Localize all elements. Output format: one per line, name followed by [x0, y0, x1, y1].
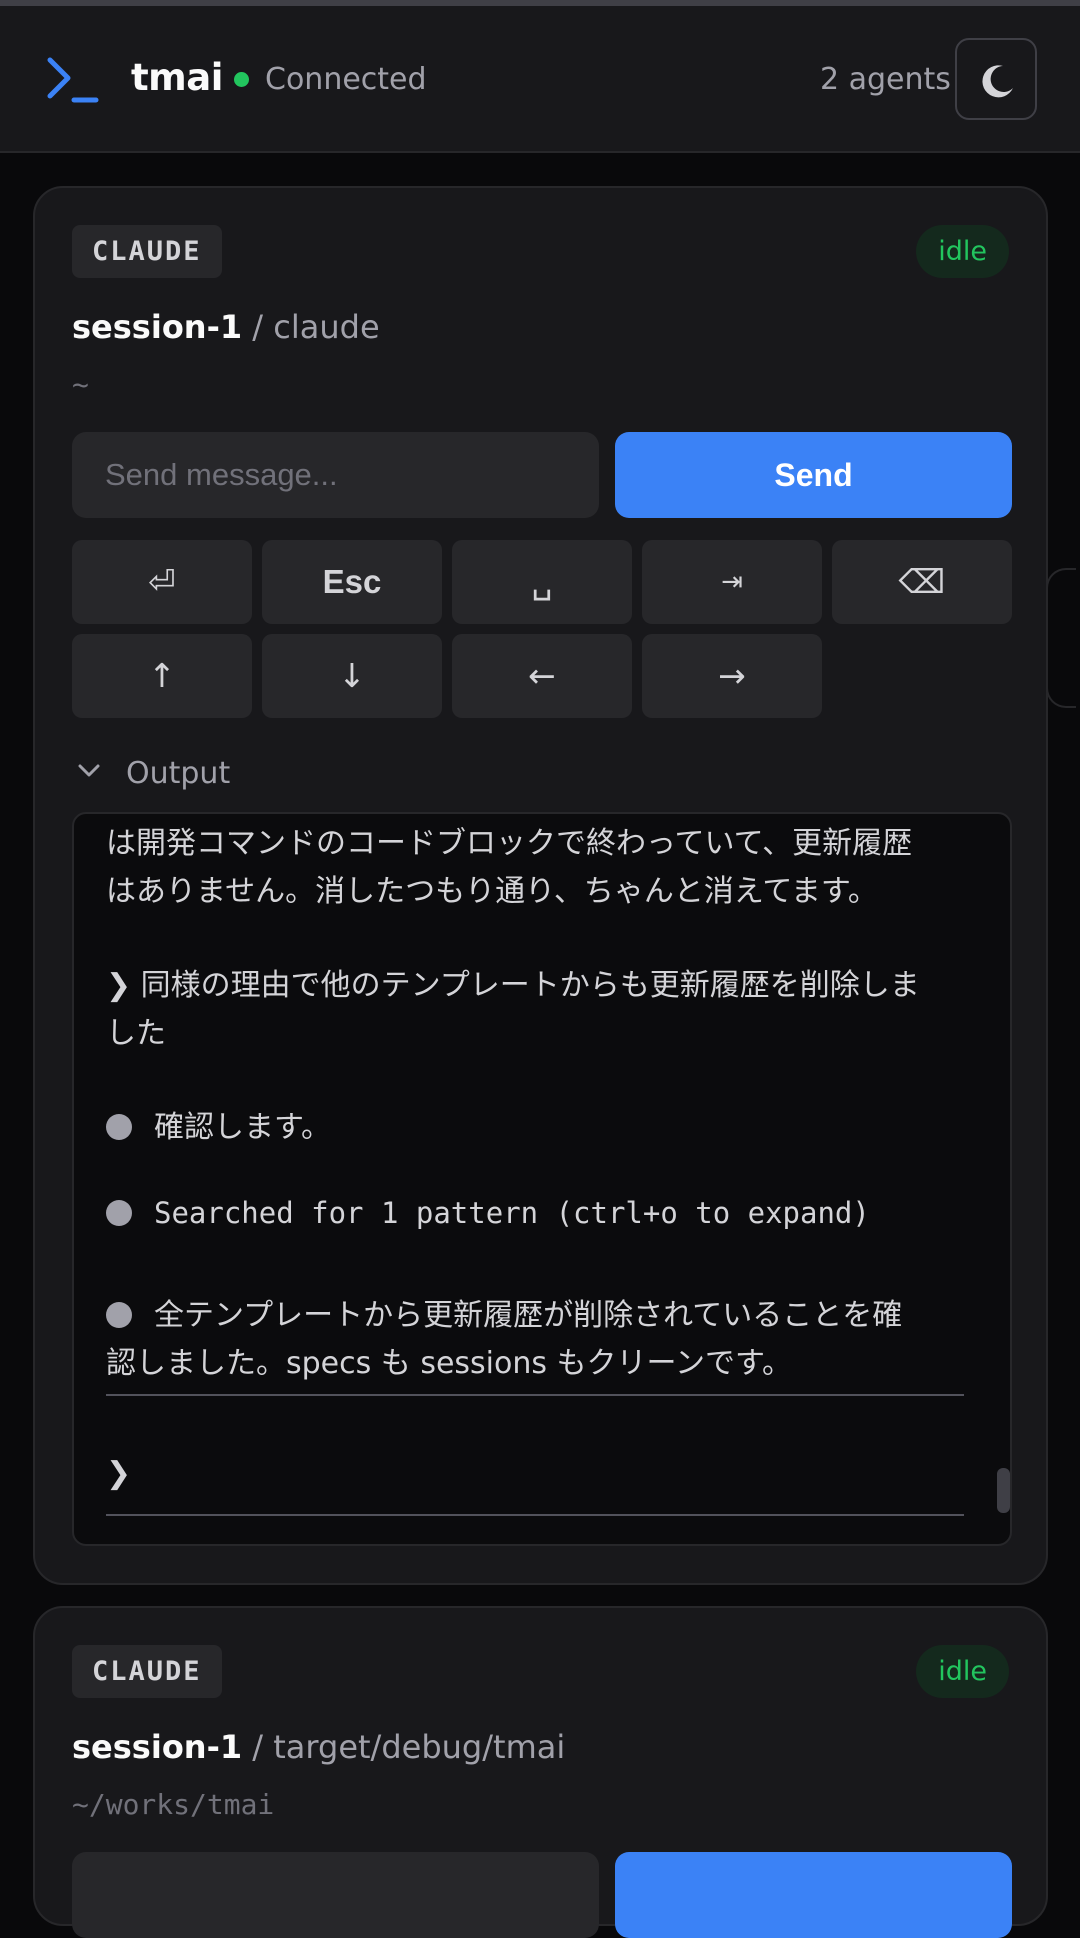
- left-arrow-key-button[interactable]: ←: [452, 634, 632, 718]
- chevron-down-icon: [78, 764, 100, 777]
- session-name: session-1: [72, 308, 243, 346]
- divider: [106, 1394, 964, 1396]
- working-directory: ~: [72, 368, 89, 401]
- moon-icon: [982, 65, 1013, 98]
- space-key-button[interactable]: ␣: [452, 540, 632, 624]
- send-button[interactable]: Send: [615, 432, 1012, 518]
- status-badge: idle: [916, 225, 1009, 278]
- app-header: tmai Connected 2 agents: [0, 6, 1080, 153]
- output-line: 全テンプレートから更新履歴が削除されていることを確: [106, 1290, 902, 1334]
- theme-toggle-button[interactable]: [955, 38, 1037, 120]
- output-line: ❯ 同様の理由で他のテンプレートからも更新履歴を削除しま: [106, 968, 920, 1003]
- connection-status-dot: [234, 72, 249, 87]
- send-button[interactable]: [615, 1852, 1012, 1938]
- divider: [106, 1514, 964, 1516]
- backspace-key-button[interactable]: ⌫: [832, 540, 1012, 624]
- message-input[interactable]: [72, 432, 599, 518]
- down-arrow-key-button[interactable]: ↓: [262, 634, 442, 718]
- session-command: / claude: [242, 308, 380, 346]
- output-line: はありません。消したつもり通り、ちゃんと消えてます。: [106, 874, 878, 909]
- prompt-line: ❯: [106, 1456, 132, 1491]
- working-directory: ~/works/tmai: [72, 1788, 275, 1821]
- terminal-prompt-icon: [47, 57, 99, 103]
- session-name: session-1: [72, 1728, 243, 1766]
- tab-key-button[interactable]: ⇥: [642, 540, 822, 624]
- bullet-icon: [106, 1114, 132, 1140]
- status-badge: idle: [916, 1645, 1009, 1698]
- right-arrow-key-button[interactable]: →: [642, 634, 822, 718]
- connection-status: Connected: [265, 62, 427, 97]
- scrollbar-thumb[interactable]: [997, 1468, 1010, 1513]
- output-line: Searched for 1 pattern (ctrl+o to expand…: [106, 1196, 870, 1230]
- agent-card: CLAUDE idle session-1 / target/debug/tma…: [33, 1606, 1048, 1938]
- output-line: 認しました。spec​s も sessions もクリーンです。: [106, 1346, 793, 1381]
- agent-type-badge: CLAUDE: [72, 1645, 222, 1698]
- app-title: tmai: [131, 56, 223, 99]
- bullet-icon: [106, 1200, 132, 1226]
- output-line: 確認します。: [106, 1102, 331, 1146]
- agents-count: 2 agents: [820, 62, 951, 97]
- agent-type-badge: CLAUDE: [72, 225, 222, 278]
- esc-key-button[interactable]: Esc: [262, 540, 442, 624]
- output-terminal[interactable]: は開発コマンドのコードブロックで終わっていて、更新履歴 はありません。消したつも…: [72, 812, 1012, 1546]
- output-line: は開発コマンドのコードブロックで終わっていて、更新履歴: [106, 826, 913, 861]
- enter-key-button[interactable]: ⏎: [72, 540, 252, 624]
- session-path: session-1 / claude: [72, 308, 380, 346]
- session-command: / target/debug/tmai: [242, 1728, 566, 1766]
- up-arrow-key-button[interactable]: ↑: [72, 634, 252, 718]
- message-input[interactable]: [72, 1852, 599, 1938]
- output-line: した: [106, 1016, 166, 1051]
- agent-card: CLAUDE idle session-1 / claude ~ Send ⏎ …: [33, 186, 1048, 1585]
- bullet-icon: [106, 1302, 132, 1328]
- output-label: Output: [126, 756, 231, 791]
- session-path: session-1 / target/debug/tmai: [72, 1728, 565, 1766]
- side-drawer-handle[interactable]: [1046, 568, 1076, 708]
